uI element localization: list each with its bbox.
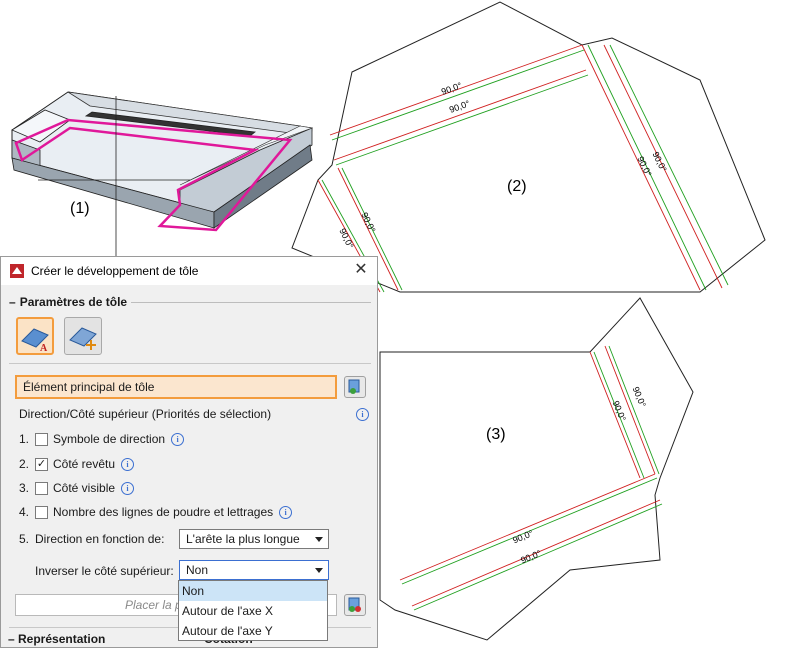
chevron-down-icon [315, 537, 323, 542]
info-icon[interactable]: i [121, 457, 135, 471]
invert-top-side-select[interactable]: Non [179, 560, 329, 580]
option-row-powder-lines[interactable]: 4. Nombre des lignes de poudre et lettra… [19, 505, 293, 519]
section-sheet-params[interactable]: – Paramètres de tôle [9, 295, 371, 309]
pick-icon [348, 379, 360, 394]
svg-text:A: A [40, 343, 48, 353]
part3-label: (3) [486, 426, 506, 443]
part2-flat-pattern[interactable]: 90,0° 90,0° 90,0° 90,0° 90,0° 90,0° [291, 1, 766, 293]
invert-option-none[interactable]: Non [179, 581, 327, 601]
direction-based-row: 5. Direction en fonction de: [19, 532, 164, 546]
direction-based-value: L'arête la plus longue [186, 532, 300, 546]
direction-symbol-checkbox[interactable] [35, 432, 48, 446]
pick-projection-button[interactable] [344, 594, 366, 616]
option-row-direction-symbol[interactable]: 1. Symbole de direction i [19, 432, 185, 446]
part3-flat-pattern[interactable]: 90,0° 90,0° 90,0° 90,0° [379, 297, 694, 641]
invert-option-x-axis[interactable]: Autour de l'axe X [179, 601, 327, 621]
powder-lines-checkbox[interactable] [35, 505, 48, 519]
direction-based-label: Direction en fonction de: [35, 532, 165, 546]
section-representation[interactable]: – Représentation [8, 632, 105, 646]
app-icon [10, 264, 24, 278]
primary-element-tool-button[interactable]: A [16, 317, 54, 355]
dialog-title: Créer le développement de tôle [31, 264, 199, 278]
option-number: 1. [19, 432, 30, 446]
invert-options-list[interactable]: Non Autour de l'axe X Autour de l'axe Y [178, 580, 328, 641]
chevron-down-icon [315, 568, 323, 573]
close-icon[interactable]: ✕ [353, 262, 369, 278]
part2-label: (2) [507, 178, 527, 195]
sheet-add-icon [69, 327, 97, 350]
invert-top-side-label: Inverser le côté supérieur: [35, 564, 174, 578]
invert-option-y-axis[interactable]: Autour de l'axe Y [179, 621, 327, 641]
part1-model[interactable] [11, 91, 314, 256]
option-label: Symbole de direction [53, 432, 166, 446]
direction-header: Direction/Côté supérieur (Priorités de s… [19, 407, 371, 421]
invert-top-side-row: Inverser le côté supérieur: [35, 564, 174, 578]
option-number: 5. [19, 532, 30, 546]
section-title: Représentation [18, 632, 106, 646]
pick-icon [348, 597, 361, 612]
primary-element-field[interactable]: Élément principal de tôle [15, 375, 337, 399]
option-label: Côté revêtu [53, 457, 116, 471]
visible-side-checkbox[interactable] [35, 481, 48, 495]
sheet-a-icon: A [21, 328, 49, 354]
pick-primary-button[interactable] [344, 376, 366, 398]
dialog-titlebar[interactable]: Créer le développement de tôle ✕ [1, 257, 377, 285]
option-number: 3. [19, 481, 30, 495]
direction-header-text: Direction/Côté supérieur (Priorités de s… [19, 407, 272, 421]
section-title: Paramètres de tôle [19, 295, 128, 309]
option-number: 4. [19, 505, 30, 519]
option-number: 2. [19, 457, 30, 471]
option-row-coated-side[interactable]: 2. ✓ Côté revêtu i [19, 457, 135, 471]
option-row-visible-side[interactable]: 3. Côté visible i [19, 481, 135, 495]
invert-top-side-value: Non [186, 563, 209, 577]
add-element-tool-button[interactable] [64, 317, 102, 355]
info-icon[interactable]: i [356, 407, 369, 421]
info-icon[interactable]: i [279, 505, 293, 519]
direction-based-select[interactable]: L'arête la plus longue [179, 529, 329, 549]
info-icon[interactable]: i [121, 481, 135, 495]
info-icon[interactable]: i [171, 432, 185, 446]
part1-label: (1) [70, 200, 90, 217]
option-label: Côté visible [53, 481, 116, 495]
option-label: Nombre des lignes de poudre et lettrages [53, 505, 274, 519]
coated-side-checkbox[interactable]: ✓ [35, 457, 48, 471]
